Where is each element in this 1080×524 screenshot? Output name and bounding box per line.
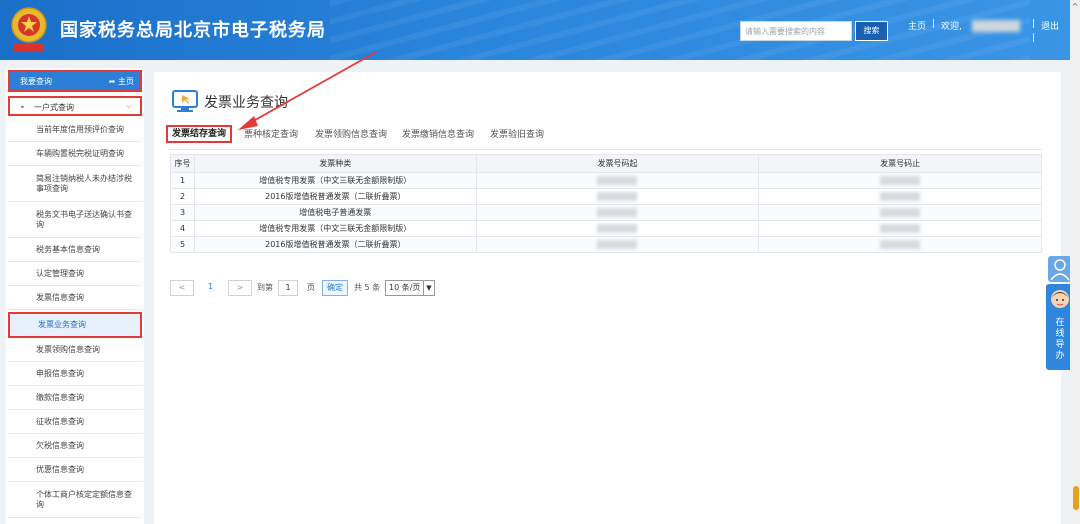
sidebar: 我要查询 ➦ 主页 • 一户式查询 ⌵ 当前年度信用预评价查询 车辆购置税完税证… — [6, 68, 144, 524]
goto-confirm-button[interactable]: 确定 — [322, 280, 348, 296]
tab-divider — [168, 149, 1042, 150]
invoice-start-redacted — [475, 188, 760, 205]
search-button[interactable]: 搜索 — [855, 21, 888, 41]
main-panel: 发票业务查询 发票结存查询 票种核定查询 发票领购信息查询 发票缴销信息查询 发… — [154, 72, 1061, 524]
invoice-start-redacted — [475, 220, 760, 237]
sidebar-item[interactable]: 个体工商户核定定额信息查询 — [8, 482, 142, 518]
goto-page-input[interactable]: 1 — [278, 280, 298, 296]
invoice-end-redacted — [758, 204, 1042, 221]
sidebar-item[interactable]: 发票信息查询 — [8, 286, 142, 310]
column-header: 发票号码起 — [475, 154, 760, 173]
invoice-start-redacted — [475, 172, 760, 189]
sidebar-item[interactable]: 征收信息查询 — [8, 410, 142, 434]
search-input[interactable]: 请输入需要搜索的内容 — [740, 21, 852, 41]
sidebar-item-invoice-business[interactable]: 发票业务查询 — [8, 312, 142, 338]
chevron-down-icon: ▼ — [423, 281, 434, 295]
user-float-button[interactable] — [1048, 256, 1072, 282]
home-link[interactable]: 主页 — [908, 19, 926, 32]
column-header: 序号 — [170, 154, 195, 173]
top-header: 国家税务总局北京市电子税务局 请输入需要搜索的内容 搜索 主页 | 欢迎, | … — [0, 0, 1080, 60]
bullet-icon: • — [20, 103, 25, 112]
goto-label: 到第 — [257, 283, 273, 292]
invoice-end-redacted — [758, 172, 1042, 189]
nav-separator: | — [932, 19, 936, 29]
tax-emblem-icon — [11, 7, 47, 51]
row-number: 4 — [170, 220, 195, 237]
sidebar-item[interactable]: 优惠信息查询 — [8, 458, 142, 482]
sidebar-item[interactable]: 车辆购置税完税证明查询 — [8, 142, 142, 166]
row-number: 5 — [170, 236, 195, 253]
monitor-icon — [172, 90, 198, 112]
row-number: 2 — [170, 188, 195, 205]
invoice-end-redacted — [758, 188, 1042, 205]
sidebar-item[interactable]: 税务文书电子送达确认书查询 — [8, 202, 142, 238]
page-unit-label: 页 — [307, 283, 315, 292]
row-number: 3 — [170, 204, 195, 221]
page-size-value: 10 条/页 — [389, 283, 421, 292]
table-row: 3 增值税电子普通发票 — [170, 204, 1042, 221]
sidebar-item[interactable]: 申报信息查询 — [8, 362, 142, 386]
tab-invoice-cancel[interactable]: 发票缴销信息查询 — [402, 127, 474, 143]
sidebar-item[interactable]: 当前年度信用预评价查询 — [8, 118, 142, 142]
scroll-up-icon[interactable]: ^ — [1070, 2, 1080, 12]
invoice-end-redacted — [758, 236, 1042, 253]
invoice-start-redacted — [475, 236, 760, 253]
prev-page-button[interactable]: < — [170, 280, 194, 296]
table-row: 4 增值税专用发票（中文三联无金额限制版） — [170, 220, 1042, 237]
user-name-redacted — [972, 20, 1020, 32]
sidebar-group-one-stop[interactable]: • 一户式查询 ⌵ — [8, 96, 142, 116]
table-row: 5 2016版增值税普通发票（二联折叠票） — [170, 236, 1042, 253]
page-title: 发票业务查询 — [204, 95, 288, 111]
sidebar-item[interactable]: 认定管理查询 — [8, 262, 142, 286]
invoice-end-redacted — [758, 220, 1042, 237]
table-header-row: 序号 发票种类 发票号码起 发票号码止 — [170, 154, 1042, 173]
scroll-thumb[interactable] — [1073, 486, 1079, 510]
sidebar-item[interactable]: 税务基本信息查询 — [8, 238, 142, 262]
tab-invoice-purchase[interactable]: 发票领购信息查询 — [315, 127, 387, 143]
sidebar-item[interactable]: 发票领购信息查询 — [8, 338, 142, 362]
total-count: 共 5 条 — [354, 283, 381, 292]
invoice-start-redacted — [475, 204, 760, 221]
table-row: 1 增值税专用发票（中文三联无金额限制版） — [170, 172, 1042, 189]
page-size-select[interactable]: 10 条/页 ▼ — [385, 280, 435, 296]
sidebar-group-label: 一户式查询 — [34, 103, 74, 112]
page-scrollbar[interactable] — [1070, 0, 1080, 524]
online-guide-label: 在线导办 — [1055, 318, 1065, 361]
column-header: 发票种类 — [193, 154, 477, 173]
nav-separator: | — [1032, 19, 1036, 29]
nav-separator: | — [1032, 33, 1036, 43]
sidebar-home-link[interactable]: ➦ 主页 — [109, 76, 134, 87]
user-icon — [1050, 259, 1070, 281]
back-arrow-icon: ➦ — [108, 77, 116, 86]
sidebar-query-label: 我要查询 — [20, 77, 52, 86]
column-header: 发票号码止 — [758, 154, 1042, 173]
invoice-type: 2016版增值税普通发票（二联折叠票） — [193, 236, 477, 253]
logout-link[interactable]: 退出 — [1041, 19, 1059, 32]
invoice-type: 增值税专用发票（中文三联无金额限制版） — [193, 220, 477, 237]
invoice-type: 增值税专用发票（中文三联无金额限制版） — [193, 172, 477, 189]
sidebar-query-header[interactable]: 我要查询 ➦ 主页 — [8, 70, 142, 92]
current-page-number[interactable]: 1 — [208, 282, 213, 291]
customer-service-icon — [1051, 290, 1069, 308]
next-page-button[interactable]: > — [228, 280, 252, 296]
tab-invoice-type-approval[interactable]: 票种核定查询 — [244, 127, 298, 143]
sidebar-item[interactable]: 缴款信息查询 — [8, 386, 142, 410]
sidebar-item[interactable]: 简易注销纳税人未办结涉税事项查询 — [8, 166, 142, 202]
site-title: 国家税务总局北京市电子税务局 — [60, 20, 326, 41]
invoice-type: 增值税电子普通发票 — [193, 204, 477, 221]
invoice-stock-table: 序号 发票种类 发票号码起 发票号码止 1 增值税专用发票（中文三联无金额限制版… — [170, 154, 1042, 253]
chevron-down-icon: ⌵ — [125, 101, 132, 110]
table-row: 2 2016版增值税普通发票（二联折叠票） — [170, 188, 1042, 205]
tab-invoice-stock[interactable]: 发票结存查询 — [166, 125, 233, 143]
sidebar-item[interactable]: 欠税信息查询 — [8, 434, 142, 458]
welcome-text: 欢迎, — [941, 22, 962, 32]
invoice-type: 2016版增值税普通发票（二联折叠票） — [193, 188, 477, 205]
tab-invoice-verify[interactable]: 发票验旧查询 — [490, 127, 544, 143]
row-number: 1 — [170, 172, 195, 189]
